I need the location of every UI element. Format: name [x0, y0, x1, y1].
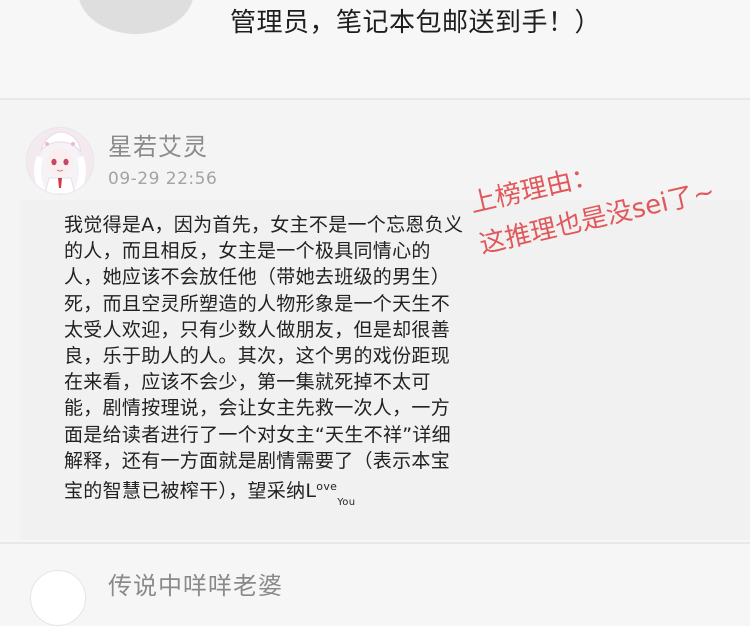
comment-line: 面是给读者进行了一个对女主“天生不祥”详细: [64, 423, 451, 446]
comment-line: 良，乐于助人的人。其次，这个男的戏份距现: [64, 345, 451, 368]
love-superscript: ove: [316, 480, 338, 494]
comment-line-text: 宝的智慧已被榨干），望采纳L: [64, 480, 317, 503]
comment-line: 能，剧情按理说，会让女主先救一次人，一方: [64, 397, 451, 420]
comment-line: 死，而且空灵所塑造的人物形象是一个天生不: [64, 292, 451, 315]
comment-line: 太受人欢迎，只有少数人做朋友，但是却很善: [64, 318, 451, 341]
previous-post: 管理员，笔记本包邮送到手！）: [0, 0, 750, 98]
divider: [0, 542, 750, 544]
avatar[interactable]: [78, 0, 194, 34]
comment-line: 在来看，应该不会少，第一集就死掉不太可: [64, 371, 431, 394]
comment-text: 我觉得是A，因为首先，女主不是一个忘恩负义 的人，而且相反，女主是一个极具同情心…: [64, 212, 464, 516]
comment-line: 人，她应该不会放任他（带她去班级的男生）: [64, 266, 451, 289]
comment-username[interactable]: 星若艾灵: [108, 127, 208, 162]
comment-line: 的人，而且相反，女主是一个极具同情心的: [64, 240, 431, 263]
comment-timestamp: 09-29 22:56: [108, 169, 218, 189]
love-subscript: You: [337, 497, 356, 509]
previous-post-text: 管理员，笔记本包邮送到手！）: [230, 8, 602, 38]
comment-line-last: 宝的智慧已被榨干），望采纳Love You: [64, 474, 464, 516]
avatar[interactable]: [26, 127, 94, 195]
comment-line: 解释，还有一方面就是剧情需要了（表示本宝: [64, 449, 451, 472]
next-comment-username[interactable]: 传说中咩咩老婆: [108, 566, 283, 601]
avatar[interactable]: [30, 570, 86, 626]
comment-line: 我觉得是A，因为首先，女主不是一个忘恩负义: [64, 214, 464, 236]
anime-girl-avatar-icon: [27, 128, 93, 194]
